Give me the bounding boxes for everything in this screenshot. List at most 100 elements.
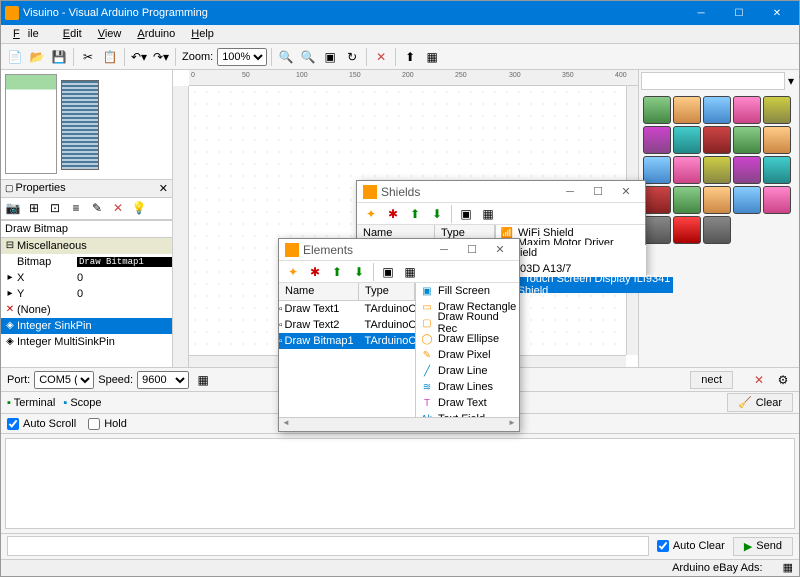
dlg-min-icon[interactable]: ─ [557,182,583,202]
elements-list[interactable]: NameType ▫Draw Text1TArduinoColo ▫Draw T… [279,283,415,417]
palette-item[interactable] [673,216,701,244]
prop-btn6[interactable]: ✕ [108,198,128,218]
prop-y[interactable]: ▸Y0 [1,286,172,302]
palette-item[interactable] [763,156,791,184]
new-icon[interactable]: 📄 [5,47,25,67]
palette-item[interactable] [763,186,791,214]
add-icon[interactable]: ✦ [283,262,303,282]
zoom-fit-icon[interactable]: ▣ [320,47,340,67]
component-thumbnail[interactable] [61,80,99,170]
auto-clear-checkbox[interactable]: Auto Clear [657,540,725,552]
prop-bitmap[interactable]: Bitmap Draw Bitmap1 [1,254,172,270]
list-item-selected[interactable]: ▫r Touch Screen Display ILI9341 Shield [498,277,673,293]
tool-icon2[interactable]: ▦ [478,204,498,224]
prop-int-multi[interactable]: ◈Integer MultiSinkPin [1,334,172,350]
palette-item[interactable] [643,126,671,154]
palette-item[interactable] [673,126,701,154]
tool-icon2[interactable]: ▦ [400,262,420,282]
board-icon[interactable]: ▦ [422,47,442,67]
prop-btn3[interactable]: ⊡ [45,198,65,218]
shields-titlebar[interactable]: Shields ─ ☐ ✕ [357,181,645,203]
palette-item[interactable] [763,96,791,124]
close-button[interactable] [759,1,795,25]
list-item[interactable]: ▫Draw Text2TArduinoColo [279,317,415,333]
prop-btn5[interactable]: ✎ [87,198,107,218]
palette-search[interactable] [641,72,785,90]
status-icon[interactable]: ▦ [783,561,793,574]
prop-btn2[interactable]: ⊞ [24,198,44,218]
list-item[interactable]: ≋Draw Lines [416,379,519,395]
palette-btn1[interactable]: ▾ [787,71,795,91]
port-btn[interactable]: ▦ [193,370,213,390]
delete-icon[interactable]: ✕ [371,47,391,67]
speed-select[interactable]: 9600 [137,371,189,389]
upload-icon[interactable]: ⬆ [400,47,420,67]
terminal-output[interactable] [5,438,795,528]
up-icon[interactable]: ⬆ [327,262,347,282]
palette-item[interactable] [733,126,761,154]
hold-checkbox[interactable]: Hold [88,418,127,430]
maximize-button[interactable] [721,1,757,25]
palette-item[interactable] [733,156,761,184]
palette-item[interactable] [703,156,731,184]
connect-button[interactable]: nect [690,371,733,389]
auto-scroll-checkbox[interactable]: Auto Scroll [7,418,76,430]
tool-icon[interactable]: ▣ [456,204,476,224]
dlg-close-icon[interactable]: ✕ [613,182,639,202]
palette-item[interactable] [703,186,731,214]
down-icon[interactable]: ⬇ [349,262,369,282]
remove-icon[interactable]: ✱ [383,204,403,224]
canvas-thumbnail[interactable] [5,74,57,174]
dlg-min-icon[interactable]: ─ [431,240,457,260]
list-item[interactable]: ▫Draw Text1TArduinoColo [279,301,415,317]
palette-item[interactable] [703,126,731,154]
down-icon[interactable]: ⬇ [427,204,447,224]
undo-icon[interactable]: ↶▾ [129,47,149,67]
palette-item[interactable] [643,186,671,214]
palette-item[interactable] [703,96,731,124]
tree-misc[interactable]: ⊟Miscellaneous [1,238,172,254]
prop-x[interactable]: ▸X0 [1,270,172,286]
prop-btn1[interactable]: 📷 [3,198,23,218]
properties-tree[interactable]: ⊟Miscellaneous Bitmap Draw Bitmap1 ▸X0 ▸… [1,238,172,368]
port-select[interactable]: COM5 (L [34,371,94,389]
refresh-icon[interactable]: ↻ [342,47,362,67]
elements-titlebar[interactable]: Elements ─ ☐ ✕ [279,239,519,261]
palette-item[interactable] [733,186,761,214]
tool-icon[interactable]: ▣ [378,262,398,282]
menu-file[interactable]: File [5,26,55,42]
panel-close-icon[interactable]: ✕ [159,182,168,195]
dlg-close-icon[interactable]: ✕ [487,240,513,260]
palette-item[interactable] [643,96,671,124]
cut-icon[interactable]: ✂ [78,47,98,67]
open-icon[interactable]: 📂 [27,47,47,67]
list-item[interactable]: ▫ield [498,245,646,261]
list-item[interactable]: ▢Draw Round Rec [416,315,519,331]
dlg-max-icon[interactable]: ☐ [459,240,485,260]
prop-btn4[interactable]: ≡ [66,198,86,218]
list-item[interactable]: TDraw Text [416,395,519,411]
prop-int-sink[interactable]: ◈Integer SinkPin [1,318,172,334]
prop-none[interactable]: ✕(None) [1,302,172,318]
palette-item[interactable] [673,186,701,214]
add-icon[interactable]: ✦ [361,204,381,224]
menu-edit[interactable]: Edit [55,26,90,42]
list-item[interactable]: ╱Draw Line [416,363,519,379]
scope-tab[interactable]: ▪ Scope [63,397,101,409]
palette-item[interactable] [643,216,671,244]
expand-icon[interactable]: ✕ [749,370,769,390]
remove-icon[interactable]: ✱ [305,262,325,282]
list-item[interactable]: ✎Draw Pixel [416,347,519,363]
terminal-tab[interactable]: ▪ Terminal [7,397,55,409]
zoom-out-icon[interactable]: 🔍 [298,47,318,67]
palette-item[interactable] [643,156,671,184]
minimize-button[interactable] [683,1,719,25]
zoom-in-icon[interactable]: 🔍 [276,47,296,67]
list-item[interactable]: ▣Fill Screen [416,283,519,299]
dlg-max-icon[interactable]: ☐ [585,182,611,202]
palette-item[interactable] [673,156,701,184]
palette-item[interactable] [703,216,731,244]
palette-item[interactable] [673,96,701,124]
gear-icon[interactable]: ⚙ [773,370,793,390]
up-icon[interactable]: ⬆ [405,204,425,224]
